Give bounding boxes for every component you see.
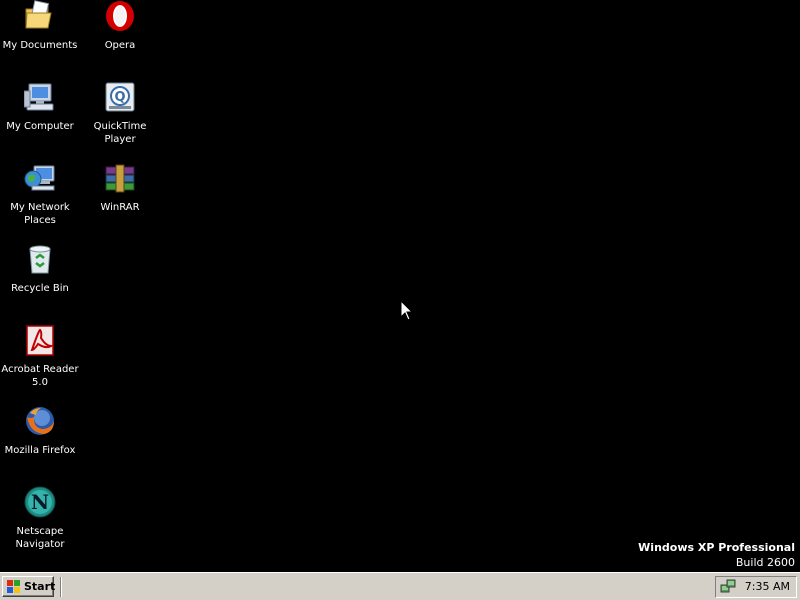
desktop-icon-label: QuickTime Player (93, 121, 147, 145)
desktop-icon-label: Opera (104, 40, 136, 51)
os-build-text: Build 2600 (735, 556, 795, 569)
desktop-icon-label: Recycle Bin (11, 283, 69, 294)
acrobat-reader-icon (24, 324, 56, 356)
svg-text:Q: Q (114, 90, 125, 105)
mozilla-firefox-icon (24, 405, 56, 437)
desktop-icon-label: My Computer (6, 121, 74, 132)
desktop-icon-acrobat-reader[interactable]: Acrobat Reader 5.0 (0, 324, 80, 400)
desktop-icon-label: WinRAR (100, 202, 140, 213)
desktop-icon-my-documents[interactable]: My Documents (0, 0, 80, 76)
desktop-icon-netscape-navigator[interactable]: N Netscape Navigator (0, 486, 80, 562)
my-network-places-icon (24, 162, 56, 194)
my-documents-icon (24, 0, 56, 32)
quicktime-player-icon: Q (104, 81, 136, 113)
my-computer-icon (23, 81, 56, 113)
windows-logo-icon (6, 580, 22, 593)
start-label: Start (24, 580, 56, 593)
desktop-icon-my-computer[interactable]: My Computer (0, 81, 80, 157)
winrar-icon (104, 162, 136, 194)
desktop-icon-quicktime-player[interactable]: Q QuickTime Player (80, 81, 160, 157)
desktop-icon-my-network-places[interactable]: My Network Places (0, 162, 80, 238)
desktop-icon-label: My Documents (2, 40, 78, 51)
system-tray: 7:35 AM (715, 576, 797, 598)
taskbar-divider (60, 577, 62, 597)
desktop-icon-recycle-bin[interactable]: Recycle Bin (0, 243, 80, 319)
desktop-icon-opera[interactable]: Opera (80, 0, 160, 76)
recycle-bin-icon (24, 243, 56, 275)
netscape-navigator-icon: N (24, 486, 56, 518)
clock[interactable]: 7:35 AM (745, 580, 790, 593)
desktop-icon-winrar[interactable]: WinRAR (80, 162, 160, 238)
opera-icon (104, 0, 136, 32)
svg-text:N: N (31, 490, 49, 514)
desktop-icon-mozilla-firefox[interactable]: Mozilla Firefox (0, 405, 80, 481)
taskbar: Start 7:35 AM (0, 572, 800, 600)
mouse-pointer-icon (400, 299, 414, 322)
desktop-icon-label: Mozilla Firefox (4, 445, 76, 456)
desktop[interactable]: My Documents My Computer My Network Plac… (0, 0, 800, 572)
start-button[interactable]: Start (2, 576, 56, 597)
desktop-icon-label: Netscape Navigator (15, 526, 65, 550)
os-edition-text: Windows XP Professional (638, 541, 795, 554)
desktop-icon-label: Acrobat Reader 5.0 (1, 364, 79, 388)
network-connection-icon[interactable] (720, 579, 736, 595)
desktop-icon-label: My Network Places (10, 202, 70, 226)
os-version-watermark: Windows XP Professional Build 2600 (638, 540, 795, 570)
